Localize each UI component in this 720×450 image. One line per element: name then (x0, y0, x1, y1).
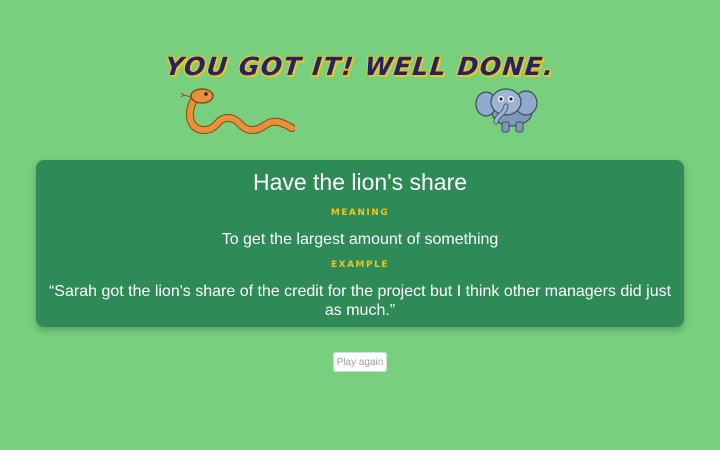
success-headline: YOU GOT IT! WELL DONE. (163, 52, 557, 81)
success-screen: YOU GOT IT! WELL DONE. Have the lion's s… (0, 0, 720, 450)
elephant-icon (475, 88, 538, 133)
idiom-title: Have the lion's share (252, 169, 468, 195)
meaning-text: To get the largest amount of something (221, 231, 499, 248)
example-text: “Sarah got the lion's share of the credi… (48, 283, 672, 319)
snake-icon (180, 88, 295, 135)
example-label: EXAMPLE (331, 260, 389, 270)
idiom-card: Have the lion's share MEANING To get the… (36, 160, 684, 327)
meaning-label: MEANING (330, 208, 390, 218)
play-again-button[interactable]: Play again (333, 352, 387, 372)
